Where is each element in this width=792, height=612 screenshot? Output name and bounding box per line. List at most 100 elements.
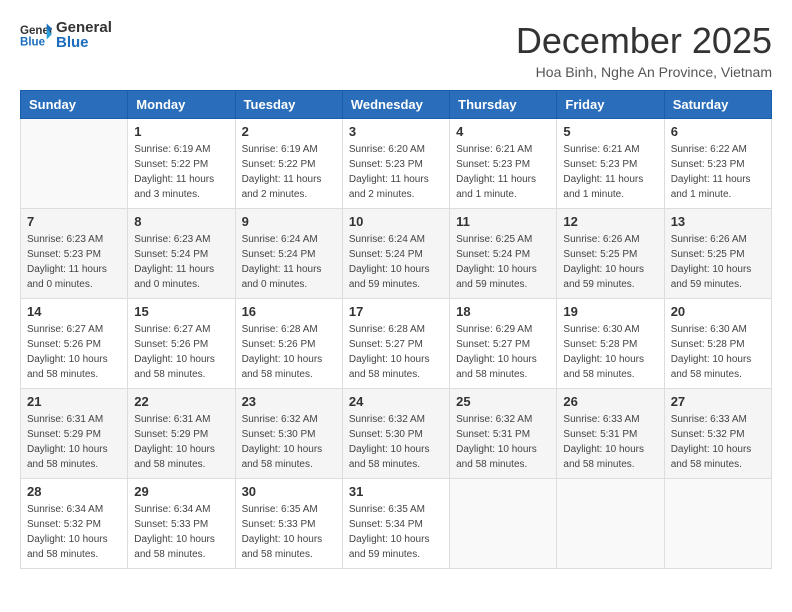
day-number: 23 (242, 394, 336, 409)
day-info: Sunrise: 6:32 AMSunset: 5:30 PMDaylight:… (349, 412, 443, 472)
day-info: Sunrise: 6:30 AMSunset: 5:28 PMDaylight:… (671, 322, 765, 382)
calendar-cell: 25 Sunrise: 6:32 AMSunset: 5:31 PMDayligh… (450, 389, 557, 479)
calendar-week-2: 7Sunrise: 6:23 AMSunset: 5:23 PMDaylight… (21, 209, 772, 299)
calendar-cell: 8 Sunrise: 6:23 AMSunset: 5:24 PMDaylight… (128, 209, 235, 299)
day-number: 3 (349, 124, 443, 139)
location-title: Hoa Binh, Nghe An Province, Vietnam (516, 64, 772, 80)
day-info: Sunrise: 6:33 AMSunset: 5:31 PMDaylight:… (563, 412, 657, 472)
day-number: 8 (134, 214, 228, 229)
day-info: Sunrise: 6:35 AMSunset: 5:34 PMDaylight:… (349, 502, 443, 562)
calendar-cell: 2Sunrise: 6:19 AMSunset: 5:22 PMDaylight… (235, 119, 342, 209)
calendar-cell: 16 Sunrise: 6:28 AMSunset: 5:26 PMDayligh… (235, 299, 342, 389)
weekday-header-sunday: Sunday (21, 91, 128, 119)
day-info: Sunrise: 6:28 AMSunset: 5:26 PMDaylight:… (242, 322, 336, 382)
day-number: 1 (134, 124, 228, 139)
title-section: December 2025 Hoa Binh, Nghe An Province… (516, 20, 772, 80)
day-info: Sunrise: 6:35 AMSunset: 5:33 PMDaylight:… (242, 502, 336, 562)
calendar-cell: 5 Sunrise: 6:21 AMSunset: 5:23 PMDaylight… (557, 119, 664, 209)
day-number: 21 (27, 394, 121, 409)
day-number: 26 (563, 394, 657, 409)
calendar-cell: 23 Sunrise: 6:32 AMSunset: 5:30 PMDayligh… (235, 389, 342, 479)
day-number: 16 (242, 304, 336, 319)
day-info: Sunrise: 6:19 AMSunset: 5:22 PMDaylight:… (242, 142, 336, 202)
day-number: 11 (456, 214, 550, 229)
month-title: December 2025 (516, 20, 772, 62)
calendar-cell: 31 Sunrise: 6:35 AMSunset: 5:34 PMDayligh… (342, 479, 449, 569)
day-number: 17 (349, 304, 443, 319)
calendar-header-row: SundayMondayTuesdayWednesdayThursdayFrid… (21, 91, 772, 119)
day-info: Sunrise: 6:20 AMSunset: 5:23 PMDaylight:… (349, 142, 443, 202)
day-info: Sunrise: 6:25 AMSunset: 5:24 PMDaylight:… (456, 232, 550, 292)
logo-icon: General Blue (20, 21, 52, 49)
day-info: Sunrise: 6:21 AMSunset: 5:23 PMDaylight:… (563, 142, 657, 202)
day-info: Sunrise: 6:29 AMSunset: 5:27 PMDaylight:… (456, 322, 550, 382)
day-info: Sunrise: 6:30 AMSunset: 5:28 PMDaylight:… (563, 322, 657, 382)
day-info: Sunrise: 6:19 AMSunset: 5:22 PMDaylight:… (134, 142, 228, 202)
page-header: General Blue General Blue December 2025 … (20, 20, 772, 80)
day-info: Sunrise: 6:21 AMSunset: 5:23 PMDaylight:… (456, 142, 550, 202)
calendar-cell (21, 119, 128, 209)
weekday-header-tuesday: Tuesday (235, 91, 342, 119)
day-info: Sunrise: 6:34 AMSunset: 5:32 PMDaylight:… (27, 502, 121, 562)
day-number: 15 (134, 304, 228, 319)
weekday-header-thursday: Thursday (450, 91, 557, 119)
day-number: 28 (27, 484, 121, 499)
calendar-cell: 21 Sunrise: 6:31 AMSunset: 5:29 PMDayligh… (21, 389, 128, 479)
calendar-cell: 17 Sunrise: 6:28 AMSunset: 5:27 PMDayligh… (342, 299, 449, 389)
calendar-week-5: 28 Sunrise: 6:34 AMSunset: 5:32 PMDayligh… (21, 479, 772, 569)
calendar-cell: 18 Sunrise: 6:29 AMSunset: 5:27 PMDayligh… (450, 299, 557, 389)
calendar-table: SundayMondayTuesdayWednesdayThursdayFrid… (20, 90, 772, 569)
day-info: Sunrise: 6:23 AMSunset: 5:24 PMDaylight:… (134, 232, 228, 292)
calendar-cell: 4Sunrise: 6:21 AMSunset: 5:23 PMDaylight… (450, 119, 557, 209)
day-info: Sunrise: 6:32 AMSunset: 5:31 PMDaylight:… (456, 412, 550, 472)
day-info: Sunrise: 6:26 AMSunset: 5:25 PMDaylight:… (671, 232, 765, 292)
weekday-header-monday: Monday (128, 91, 235, 119)
calendar-cell: 28 Sunrise: 6:34 AMSunset: 5:32 PMDayligh… (21, 479, 128, 569)
day-info: Sunrise: 6:31 AMSunset: 5:29 PMDaylight:… (27, 412, 121, 472)
calendar-cell (450, 479, 557, 569)
calendar-cell: 6Sunrise: 6:22 AMSunset: 5:23 PMDaylight… (664, 119, 771, 209)
calendar-cell: 26 Sunrise: 6:33 AMSunset: 5:31 PMDayligh… (557, 389, 664, 479)
calendar-cell: 29 Sunrise: 6:34 AMSunset: 5:33 PMDayligh… (128, 479, 235, 569)
day-info: Sunrise: 6:28 AMSunset: 5:27 PMDaylight:… (349, 322, 443, 382)
day-info: Sunrise: 6:22 AMSunset: 5:23 PMDaylight:… (671, 142, 765, 202)
calendar-cell: 14Sunrise: 6:27 AMSunset: 5:26 PMDayligh… (21, 299, 128, 389)
day-number: 7 (27, 214, 121, 229)
calendar-week-3: 14 Sunrise: 6:27 AMSunset: 5:26 PMDayligh… (21, 299, 772, 389)
day-number: 22 (134, 394, 228, 409)
day-number: 20 (671, 304, 765, 319)
calendar-cell: 27Sunrise: 6:33 AMSunset: 5:32 PMDayligh… (664, 389, 771, 479)
day-number: 18 (456, 304, 550, 319)
day-number: 12 (563, 214, 657, 229)
day-info: Sunrise: 6:34 AMSunset: 5:33 PMDaylight:… (134, 502, 228, 562)
day-number: 27 (671, 394, 765, 409)
day-number: 30 (242, 484, 336, 499)
day-number: 13 (671, 214, 765, 229)
day-number: 14 (27, 304, 121, 319)
calendar-cell: 24Sunrise: 6:32 AMSunset: 5:30 PMDayligh… (342, 389, 449, 479)
calendar-cell (557, 479, 664, 569)
day-number: 31 (349, 484, 443, 499)
day-number: 5 (563, 124, 657, 139)
day-info: Sunrise: 6:24 AMSunset: 5:24 PMDaylight:… (242, 232, 336, 292)
day-number: 25 (456, 394, 550, 409)
day-number: 10 (349, 214, 443, 229)
calendar-week-4: 21 Sunrise: 6:31 AMSunset: 5:29 PMDayligh… (21, 389, 772, 479)
calendar-cell: 7Sunrise: 6:23 AMSunset: 5:23 PMDaylight… (21, 209, 128, 299)
day-number: 9 (242, 214, 336, 229)
svg-text:Blue: Blue (20, 37, 46, 49)
calendar-cell: 19Sunrise: 6:30 AMSunset: 5:28 PMDayligh… (557, 299, 664, 389)
calendar-cell: 11 Sunrise: 6:25 AMSunset: 5:24 PMDayligh… (450, 209, 557, 299)
calendar-cell: 10Sunrise: 6:24 AMSunset: 5:24 PMDayligh… (342, 209, 449, 299)
day-info: Sunrise: 6:32 AMSunset: 5:30 PMDaylight:… (242, 412, 336, 472)
calendar-cell: 1 Sunrise: 6:19 AMSunset: 5:22 PMDaylight… (128, 119, 235, 209)
weekday-header-wednesday: Wednesday (342, 91, 449, 119)
calendar-cell: 9 Sunrise: 6:24 AMSunset: 5:24 PMDaylight… (235, 209, 342, 299)
day-info: Sunrise: 6:31 AMSunset: 5:29 PMDaylight:… (134, 412, 228, 472)
day-number: 29 (134, 484, 228, 499)
calendar-cell: 30 Sunrise: 6:35 AMSunset: 5:33 PMDayligh… (235, 479, 342, 569)
calendar-cell (664, 479, 771, 569)
weekday-header-friday: Friday (557, 91, 664, 119)
calendar-cell: 13 Sunrise: 6:26 AMSunset: 5:25 PMDayligh… (664, 209, 771, 299)
day-info: Sunrise: 6:27 AMSunset: 5:26 PMDaylight:… (134, 322, 228, 382)
